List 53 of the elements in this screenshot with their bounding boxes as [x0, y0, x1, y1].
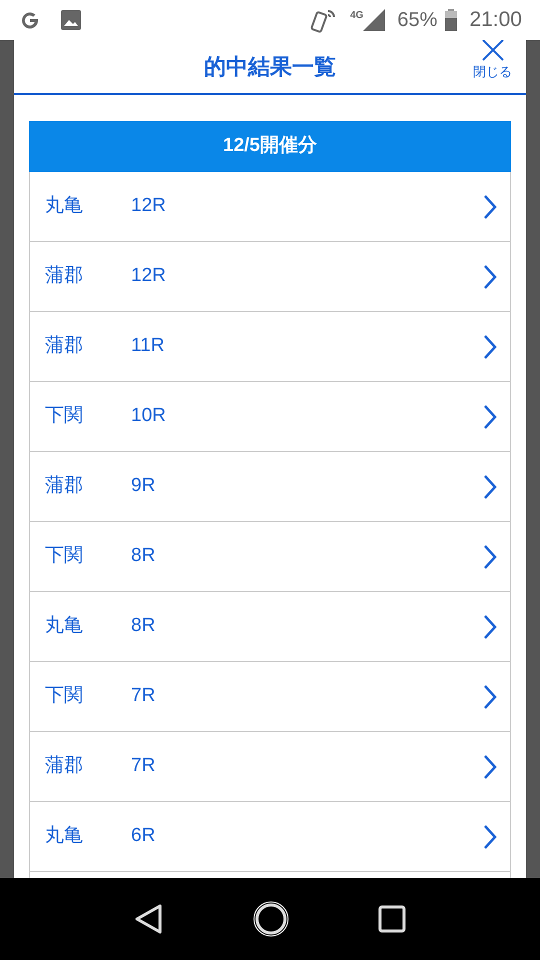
chevron-right-icon	[482, 824, 498, 850]
race-row[interactable]: 丸亀 8R	[29, 592, 511, 662]
image-icon	[60, 9, 82, 31]
venue-label: 蒲郡	[45, 264, 84, 288]
chevron-right-icon	[482, 404, 498, 430]
clock: 21:00	[469, 7, 522, 34]
battery-icon	[445, 9, 458, 31]
race-label: 7R	[131, 754, 156, 778]
chevron-right-icon	[482, 194, 498, 220]
race-label: 11R	[131, 334, 166, 358]
race-label: 8R	[131, 544, 156, 568]
race-row[interactable]: 下関 7R	[29, 662, 511, 732]
venue-label: 蒲郡	[45, 474, 84, 498]
battery-percent: 65%	[397, 8, 438, 33]
section-header: 12/5開催分	[29, 121, 511, 172]
race-row[interactable]: 蒲郡 12R	[29, 242, 511, 312]
race-row[interactable]: 丸亀 6R	[29, 802, 511, 872]
venue-label: 丸亀	[45, 194, 84, 218]
chevron-right-icon	[482, 544, 498, 570]
modal-title: 的中結果一覧	[204, 53, 336, 81]
close-button[interactable]: 閉じる	[473, 40, 512, 80]
race-row[interactable]: 蒲郡 11R	[29, 312, 511, 382]
chevron-right-icon	[482, 474, 498, 500]
race-row[interactable]: 下関 10R	[29, 382, 511, 452]
recents-icon[interactable]	[378, 905, 406, 933]
network-label: 4G	[350, 9, 364, 23]
race-row[interactable]: 下関 8R	[29, 522, 511, 592]
signal-icon	[363, 9, 386, 31]
race-label: 7R	[131, 684, 156, 708]
race-label: 6R	[131, 824, 156, 848]
back-icon[interactable]	[134, 903, 164, 935]
venue-label: 下関	[45, 404, 84, 428]
race-label: 12R	[131, 264, 167, 288]
home-icon[interactable]	[252, 900, 290, 938]
race-row[interactable]: 丸亀 12R	[29, 172, 511, 242]
venue-label: 蒲郡	[45, 334, 84, 358]
venue-label: 丸亀	[45, 614, 84, 638]
chevron-right-icon	[482, 614, 498, 640]
chevron-right-icon	[482, 754, 498, 780]
race-row[interactable]: 蒲郡 7R	[29, 732, 511, 802]
race-label: 12R	[131, 194, 167, 218]
venue-label: 蒲郡	[45, 754, 84, 778]
race-label: 10R	[131, 404, 167, 428]
race-row[interactable]: 蒲郡 9R	[29, 452, 511, 522]
race-label: 8R	[131, 614, 156, 638]
chevron-right-icon	[482, 264, 498, 290]
chevron-right-icon	[482, 684, 498, 710]
venue-label: 下関	[45, 684, 84, 708]
venue-label: 丸亀	[45, 824, 84, 848]
venue-label: 下関	[45, 544, 84, 568]
close-icon	[480, 40, 504, 62]
race-label: 9R	[131, 474, 156, 498]
chevron-right-icon	[482, 334, 498, 360]
